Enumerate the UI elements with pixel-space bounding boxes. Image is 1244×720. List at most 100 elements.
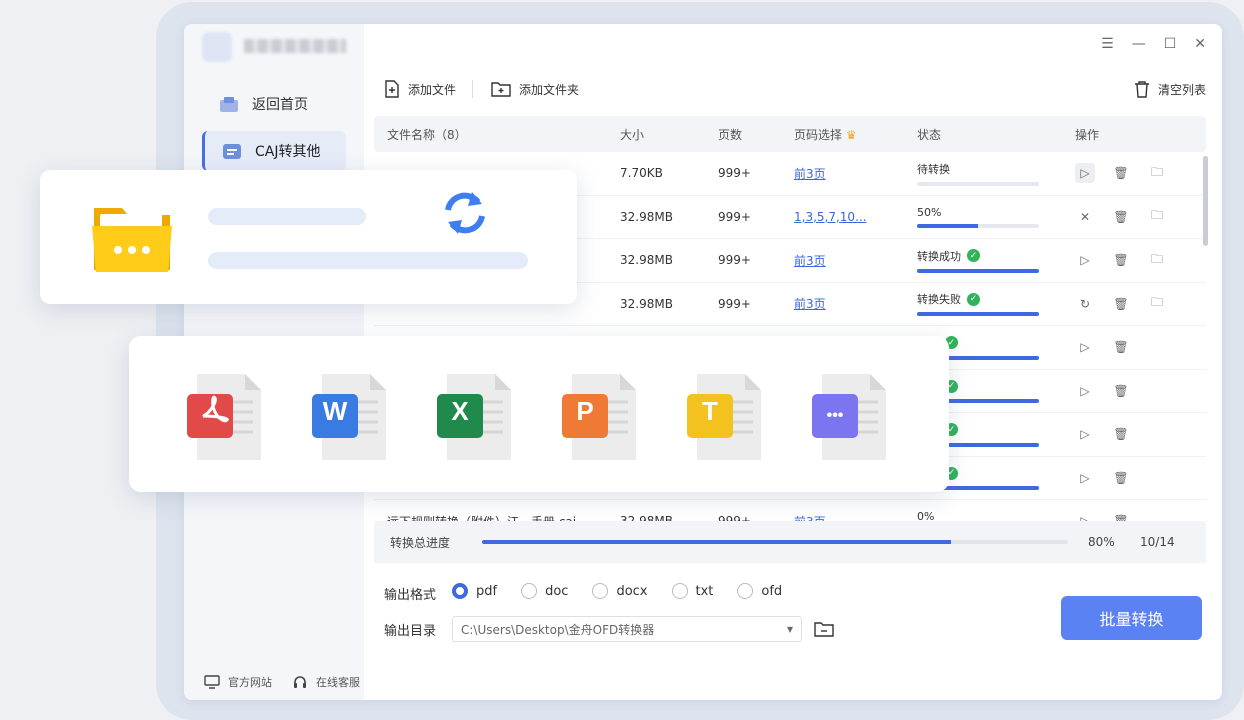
delete-icon[interactable]: 🗑: [1111, 424, 1131, 444]
col-name: 文件名称（8）: [387, 127, 467, 142]
delete-icon[interactable]: 🗑: [1111, 294, 1131, 314]
open-folder-icon[interactable]: 🗀: [1147, 294, 1167, 314]
delete-icon[interactable]: 🗑: [1111, 250, 1131, 270]
format-label-text: doc: [545, 583, 569, 599]
batch-convert-button[interactable]: 批量转换: [1061, 596, 1202, 640]
col-size: 大小: [620, 127, 645, 142]
open-folder-icon[interactable]: 🗀: [1147, 163, 1167, 183]
app-logo: [202, 32, 232, 62]
folder-icon: [92, 208, 172, 272]
table-header: 文件名称（8） 大小 页数 页码选择 ♛ 状态 操作: [374, 116, 1206, 152]
add-file-label: 添加文件: [408, 82, 457, 97]
toolbar-divider: [472, 80, 474, 98]
monitor-icon: [204, 675, 220, 689]
file-size: 32.98MB: [620, 209, 673, 224]
play-icon[interactable]: ▷: [1075, 250, 1095, 270]
sidebar-item-home[interactable]: 返回首页: [202, 84, 346, 124]
delete-icon[interactable]: 🗑: [1111, 381, 1131, 401]
format-radio-ofd[interactable]: ofd: [737, 583, 782, 599]
folder-open-icon[interactable]: [814, 620, 834, 638]
total-count: 10/14: [1140, 535, 1175, 549]
placeholder-bar: [208, 208, 366, 225]
page-range-link[interactable]: 前3页: [794, 167, 826, 181]
status-label: 转换失败: [917, 293, 961, 307]
sidebar-item-caj[interactable]: CAJ转其他: [202, 131, 346, 171]
format-radio-pdf[interactable]: pdf: [452, 583, 497, 599]
clear-list-button[interactable]: 清空列表: [1134, 80, 1206, 98]
maximize-icon[interactable]: ☐: [1164, 36, 1177, 52]
row-actions: ↻ 🗑 🗀: [1075, 294, 1205, 314]
open-folder-icon[interactable]: 🗀: [1147, 207, 1167, 227]
svg-text:X: X: [451, 396, 469, 426]
table-scrollbar[interactable]: [1203, 156, 1208, 246]
txt-file-icon: T: [685, 372, 767, 462]
svg-text:P: P: [576, 396, 593, 426]
row-progress-bar: [917, 223, 1039, 228]
play-icon[interactable]: ▷: [1075, 337, 1095, 357]
row-progress-bar: [917, 268, 1039, 273]
status-text: 50%: [917, 206, 1075, 219]
close-icon[interactable]: ✕: [1194, 36, 1206, 52]
delete-icon[interactable]: 🗑: [1111, 207, 1131, 227]
add-folder-button[interactable]: 添加文件夹: [491, 81, 579, 98]
pdf-file-icon: [185, 372, 267, 462]
home-icon: [220, 97, 238, 112]
minimize-icon[interactable]: —: [1132, 36, 1146, 52]
delete-icon[interactable]: 🗑: [1111, 163, 1131, 183]
footer-links: 官方网站 在线客服: [204, 674, 360, 690]
page-range-link[interactable]: 前3页: [794, 297, 826, 311]
play-icon[interactable]: ▷: [1075, 163, 1095, 184]
total-progress-label: 转换总进度: [390, 535, 451, 550]
format-radio-doc[interactable]: doc: [521, 583, 568, 599]
file-pages: 999+: [718, 253, 751, 268]
radio-circle: [521, 583, 538, 599]
row-actions: ▷ 🗑 🗀: [1075, 250, 1205, 270]
total-percent: 80%: [1088, 535, 1115, 549]
col-actions: 操作: [1075, 127, 1100, 142]
support-link[interactable]: 在线客服: [292, 674, 360, 690]
menu-icon[interactable]: ☰: [1101, 36, 1114, 52]
svg-text:T: T: [702, 396, 718, 426]
other-file-icon: •••: [810, 372, 892, 462]
page-range-link[interactable]: 1,3,5,7,10...: [794, 210, 867, 224]
file-pages: 999+: [718, 296, 751, 311]
excel-file-icon: X: [435, 372, 517, 462]
format-label-text: docx: [616, 583, 648, 599]
status-cell: 待转换: [917, 161, 1075, 186]
trash-icon: [1134, 81, 1149, 98]
delete-icon[interactable]: 🗑: [1111, 468, 1131, 488]
open-folder-icon[interactable]: 🗀: [1147, 250, 1167, 270]
format-radio-txt[interactable]: txt: [671, 583, 713, 599]
add-folder-icon: [491, 82, 511, 97]
play-icon[interactable]: ▷: [1075, 468, 1095, 488]
total-progress-bar: [482, 540, 1068, 544]
headset-icon: [294, 676, 306, 688]
support-label: 在线客服: [316, 676, 360, 689]
add-file-button[interactable]: 添加文件: [384, 80, 456, 98]
cancel-icon[interactable]: ✕: [1075, 207, 1095, 227]
refresh-icon: [445, 192, 485, 234]
col-page-select: 页码选择 ♛: [794, 126, 917, 143]
play-icon[interactable]: ▷: [1075, 381, 1095, 401]
total-progress: 转换总进度 80% 10/14: [374, 521, 1206, 563]
total-progress-fill: [482, 540, 951, 544]
radio-circle: [592, 583, 609, 599]
format-radio-docx[interactable]: docx: [592, 583, 648, 599]
window-controls: ☰ — ☐ ✕: [1101, 36, 1206, 52]
status-cell: 50%: [917, 206, 1075, 228]
sidebar-item-label: 返回首页: [252, 97, 308, 113]
file-pages: 999+: [718, 209, 751, 224]
row-actions: ▷🗑: [1075, 424, 1205, 444]
page-range-link[interactable]: 前3页: [794, 254, 826, 268]
check-icon: ✓: [967, 249, 980, 263]
play-icon[interactable]: ▷: [1075, 424, 1095, 444]
crown-icon: ♛: [845, 127, 857, 142]
website-link[interactable]: 官方网站: [204, 674, 272, 690]
retry-icon[interactable]: ↻: [1075, 294, 1095, 314]
status-label: 50%: [917, 205, 942, 219]
delete-icon[interactable]: 🗑: [1111, 337, 1131, 357]
status-text: 转换失败 ✓: [917, 291, 1075, 307]
output-dir-select[interactable]: C:\Users\Desktop\金舟OFD转换器 ▾: [452, 616, 802, 642]
file-size: 7.70KB: [620, 166, 663, 181]
status-text: 转换成功 ✓: [917, 248, 1075, 264]
